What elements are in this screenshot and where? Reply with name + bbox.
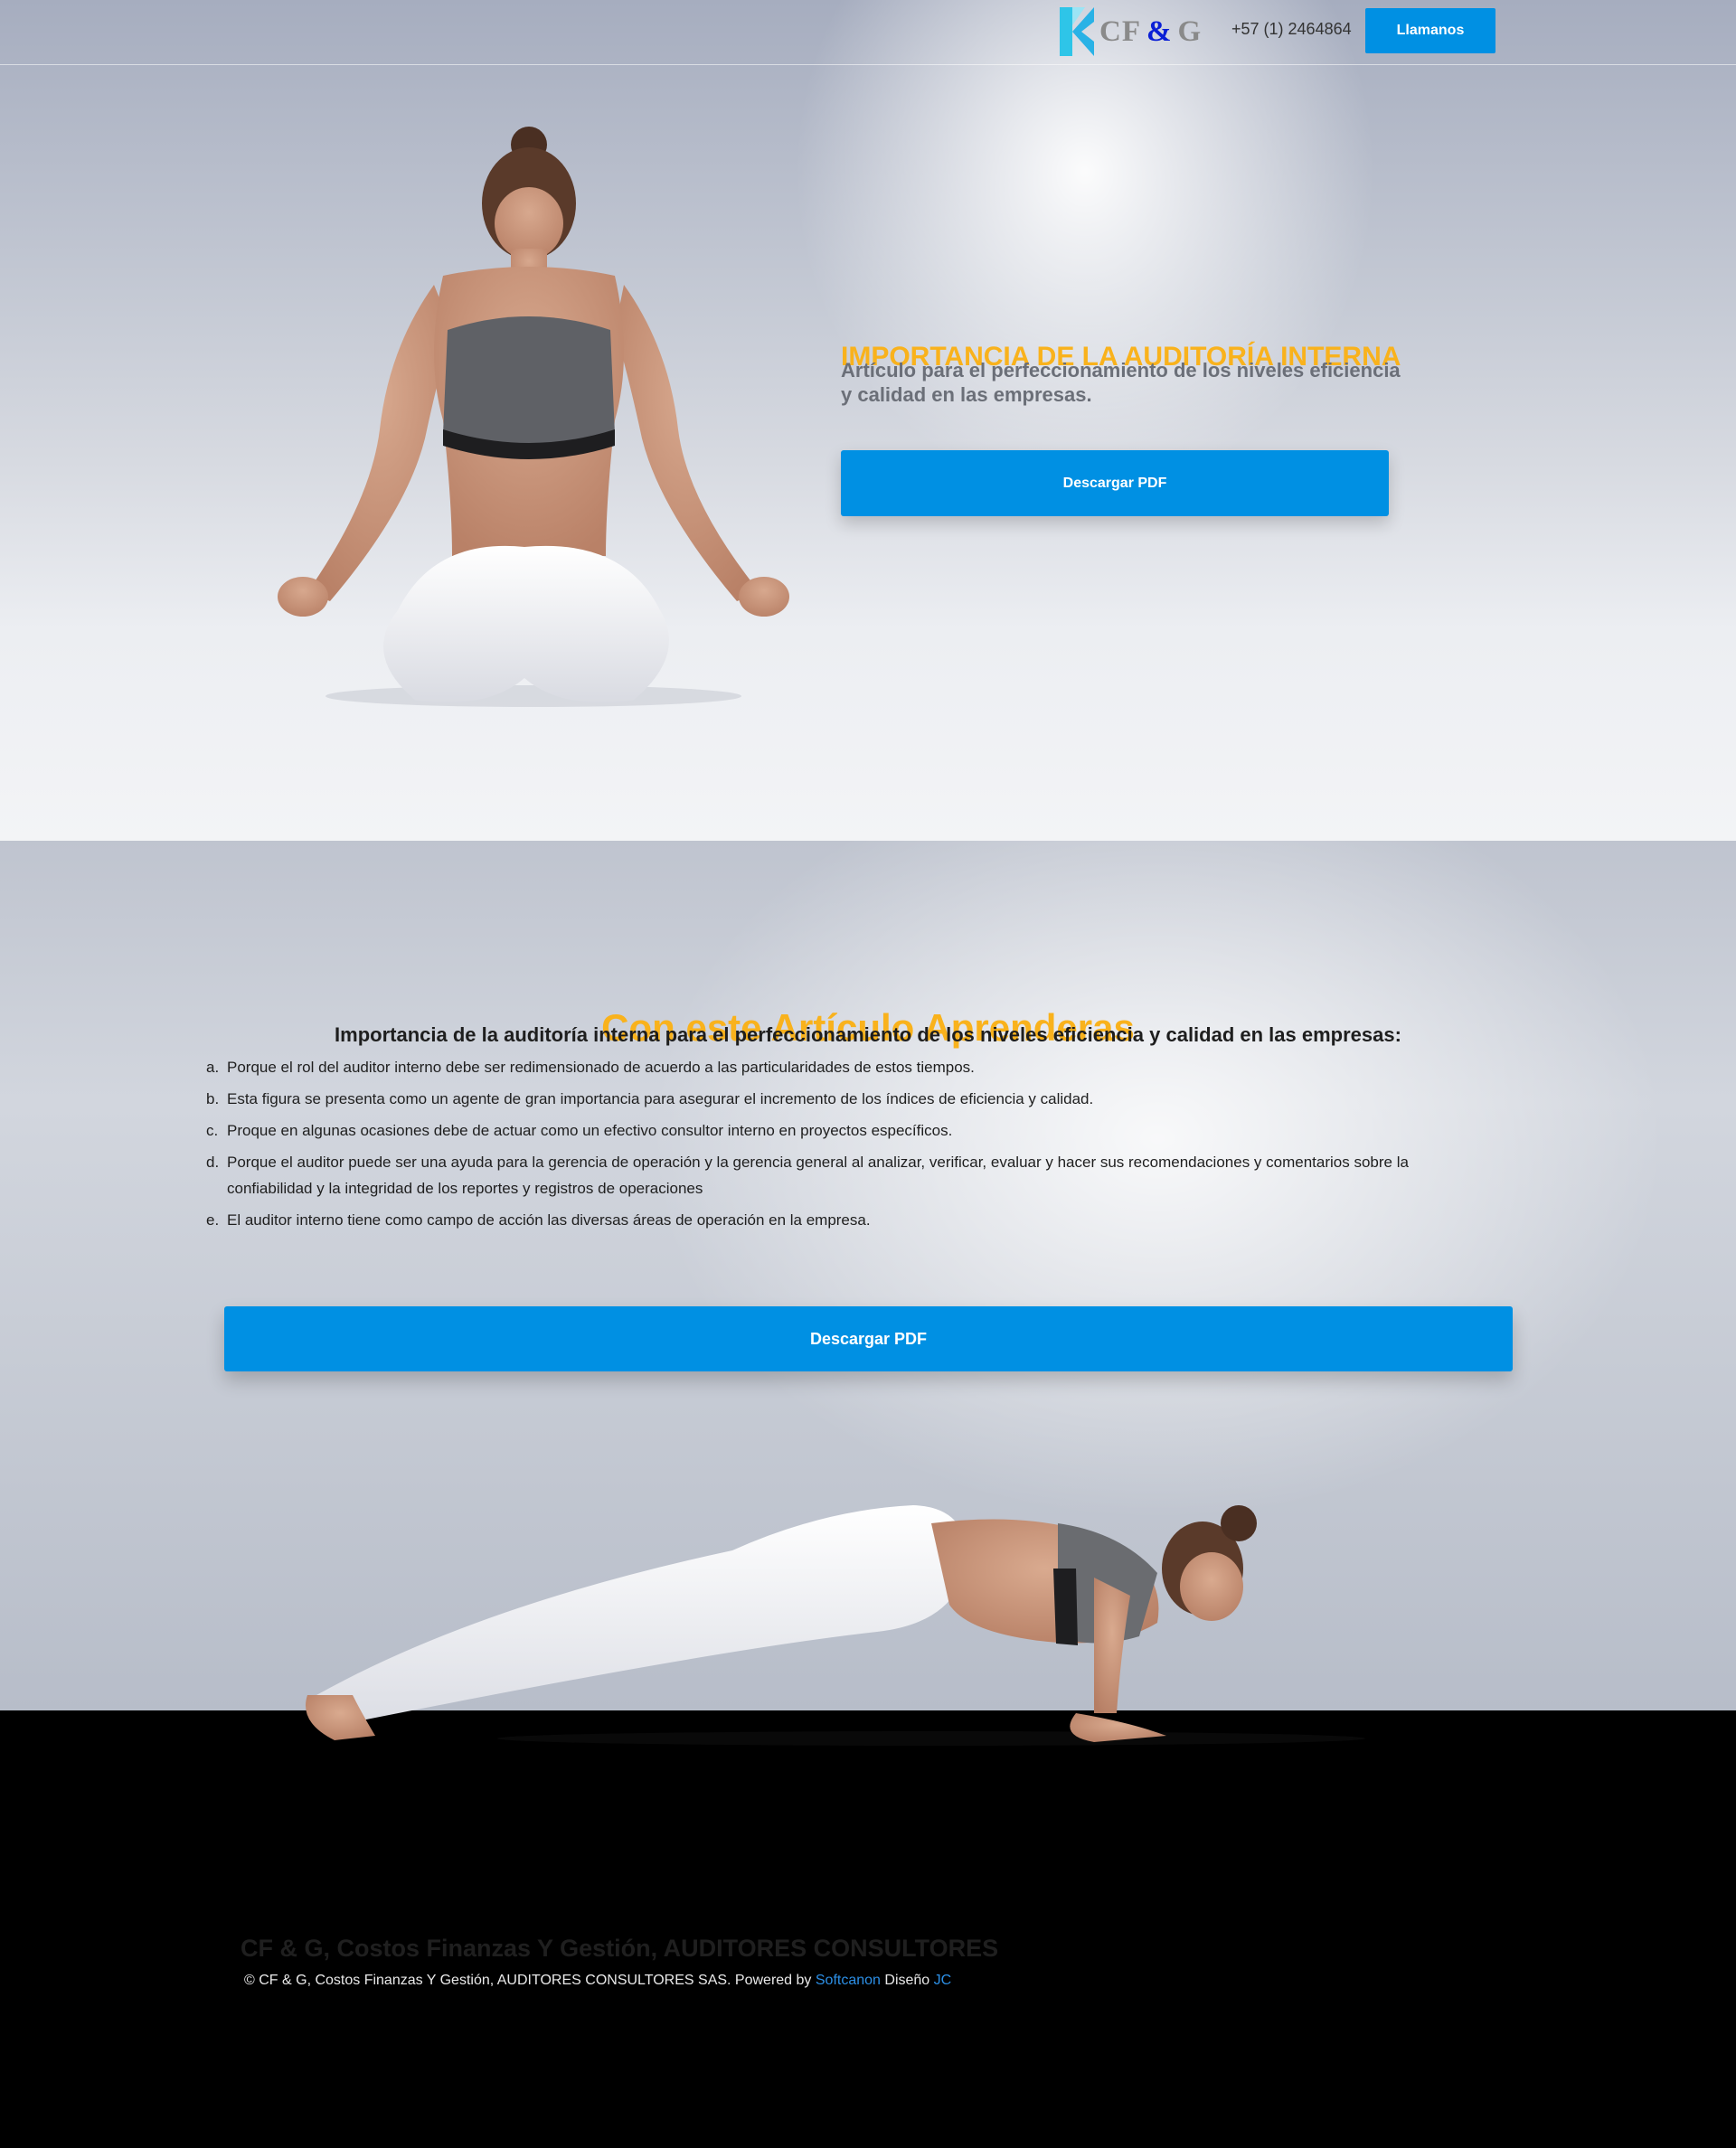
list-item-letter: c. <box>206 1122 219 1139</box>
list-item: d. Porque el auditor puede ser una ayuda … <box>204 1149 1452 1201</box>
footer-copyright: © CF & G, Costos Finanzas Y Gestión, AUD… <box>244 1973 951 1989</box>
hero-download-pdf-button[interactable]: Descargar PDF <box>841 450 1389 516</box>
list-item: b. Esta figura se presenta como un agente… <box>204 1086 1452 1112</box>
list-item: e. El auditor interno tiene como campo de… <box>204 1207 1452 1233</box>
list-item-text: El auditor interno tiene como campo de a… <box>227 1211 871 1229</box>
list-item: a. Porque el rol del auditor interno debe… <box>204 1054 1452 1080</box>
footer-powered-link[interactable]: Softcanon <box>816 1973 881 1988</box>
article-subtitle: Importancia de la auditoría interna para… <box>335 1023 1401 1046</box>
list-item-text: Porque el rol del auditor interno debe s… <box>227 1059 975 1076</box>
footer-design-label: Diseño <box>884 1973 930 1988</box>
footer-copyright-text: © CF & G, Costos Finanzas Y Gestión, AUD… <box>244 1973 812 1988</box>
logo-k-icon <box>1060 7 1094 56</box>
list-item-text: Porque el auditor puede ser una ayuda pa… <box>227 1154 1409 1197</box>
call-button[interactable]: Llamanos <box>1365 8 1495 53</box>
article-download-pdf-button[interactable]: Descargar PDF <box>224 1306 1513 1371</box>
article-list: a. Porque el rol del auditor interno debe… <box>204 1054 1452 1239</box>
footer-title: CF & G, Costos Finanzas Y Gestión, AUDIT… <box>241 1935 999 1962</box>
list-item-text: Proque en algunas ocasiones debe de actu… <box>227 1122 953 1139</box>
header-phone[interactable]: +57 (1) 2464864 <box>1231 20 1352 39</box>
hero-section: IMPORTANCIA DE LA AUDITORÍA INTERNA Artí… <box>0 0 1736 841</box>
brand-logo[interactable]: CF & G <box>1060 7 1213 56</box>
list-item: c. Proque en algunas ocasiones debe de ac… <box>204 1117 1452 1144</box>
list-item-text: Esta figura se presenta como un agente d… <box>227 1090 1094 1107</box>
hero-image-seated-yoga <box>278 127 789 707</box>
top-header: CF & G +57 (1) 2464864 Llamanos <box>0 0 1736 65</box>
logo-text-g: G <box>1177 14 1203 48</box>
list-item-letter: a. <box>206 1059 220 1076</box>
footer-design-link[interactable]: JC <box>934 1973 952 1988</box>
plank-yoga-image <box>306 1505 1365 1746</box>
list-item-letter: b. <box>206 1090 220 1107</box>
hero-subtitle: Artículo para el perfeccionamiento de lo… <box>841 359 1401 406</box>
list-item-letter: e. <box>206 1211 220 1229</box>
list-item-letter: d. <box>206 1154 220 1171</box>
logo-text-amp: & <box>1146 14 1173 48</box>
logo-text-cf: CF <box>1099 14 1141 48</box>
footer: CF & G, Costos Finanzas Y Gestión, AUDIT… <box>0 1710 1736 2148</box>
